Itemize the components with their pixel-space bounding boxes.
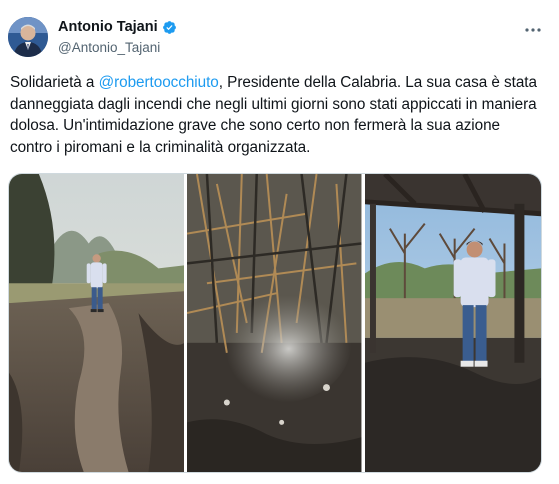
photo-man-under-burned-pergola[interactable]: [364, 174, 541, 472]
author-names: Antonio Tajani @Antonio_Tajani: [58, 18, 177, 57]
media-grid: [8, 173, 542, 473]
avatar[interactable]: [8, 17, 48, 57]
avatar-image: [8, 17, 48, 57]
photo-man-on-burned-path[interactable]: [9, 174, 185, 472]
tweet-header: Antonio Tajani @Antonio_Tajani: [8, 14, 551, 58]
author-handle[interactable]: @Antonio_Tajani: [58, 39, 177, 57]
author-display-name[interactable]: Antonio Tajani: [58, 18, 158, 36]
tweet-text: Solidarietà a @robertoocchiuto, Presiden…: [10, 72, 545, 158]
mention-link[interactable]: @robertoocchiuto: [99, 74, 219, 91]
more-horizontal-icon[interactable]: [523, 20, 543, 40]
tweet-text-start: Solidarietà a: [10, 74, 99, 91]
display-name-row: Antonio Tajani: [58, 18, 177, 36]
verified-badge-icon: [162, 20, 177, 35]
tweet-card: Antonio Tajani @Antonio_Tajani Solidarie…: [0, 0, 559, 484]
photo-smoking-burned-grass[interactable]: [187, 174, 362, 472]
